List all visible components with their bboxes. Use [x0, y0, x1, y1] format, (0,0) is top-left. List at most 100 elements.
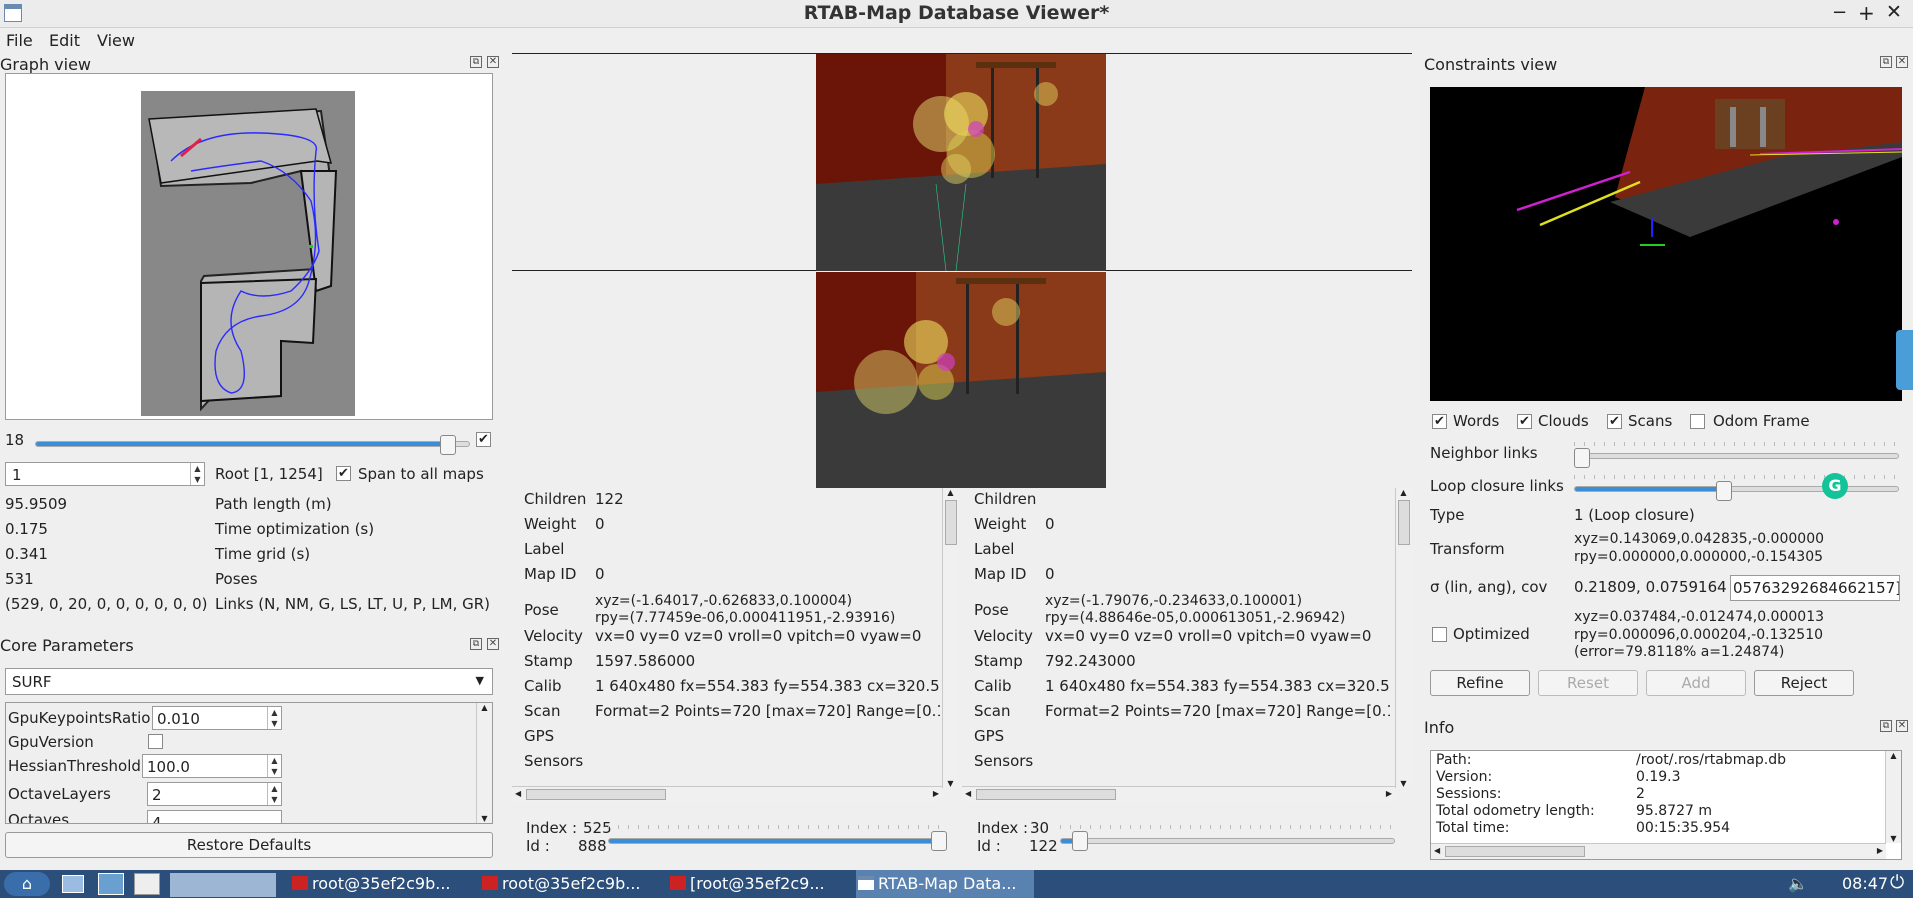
spin-icon[interactable]: ▲ ▼: [267, 707, 281, 729]
add-button[interactable]: Add: [1646, 670, 1746, 696]
scans-checkbox[interactable]: ✔: [1607, 414, 1622, 429]
node-right-hscroll[interactable]: ◀ ▶: [962, 786, 1395, 802]
params-list[interactable]: GpuKeypointsRatio 0.010 ▲ ▼ GpuVersion Hes…: [5, 702, 493, 824]
node-field-value: 1 640x480 fx=554.383 fy=554.383 cx=320.5: [595, 677, 940, 695]
graph-view-float-icon[interactable]: ⧉: [470, 56, 482, 68]
constraints-float-icon[interactable]: ⧉: [1880, 56, 1892, 68]
occupancy-map: [141, 91, 355, 416]
optimized-line1: xyz=0.037484,-0.012474,0.000013: [1574, 609, 1825, 625]
node-field-label: Calib: [524, 677, 562, 695]
param-name: Octaves: [8, 811, 70, 824]
graph-view-close-icon[interactable]: ✕: [487, 56, 499, 68]
maximize-icon[interactable]: +: [1858, 1, 1875, 25]
spin-icon[interactable]: ▲ ▼: [267, 755, 281, 777]
node-field-label: Label: [524, 540, 565, 558]
clouds-checkbox[interactable]: ✔: [1517, 414, 1532, 429]
grammar-extension-icon[interactable]: G: [1822, 473, 1848, 499]
words-checkbox[interactable]: ✔: [1432, 414, 1447, 429]
info-panel: Path: /root/.ros/rtabmap.db Version: 0.1…: [1430, 750, 1902, 860]
neighbor-links-slider[interactable]: [1574, 442, 1899, 468]
power-icon[interactable]: ⏻: [1890, 872, 1904, 893]
node-field-label: Velocity: [524, 627, 583, 645]
node-field-label: Sensors: [524, 752, 584, 770]
param-value-input[interactable]: 2 ▲ ▼: [147, 782, 282, 806]
desktop-icon[interactable]: [170, 873, 276, 897]
optimized-checkbox[interactable]: [1432, 627, 1447, 642]
id-label-right: Id :: [977, 837, 1001, 855]
sigma-label: σ (lin, ang), cov: [1430, 578, 1548, 596]
root-input-spin-icon[interactable]: ▲ ▼: [190, 463, 204, 485]
transform-label: Transform: [1430, 540, 1505, 558]
window-launcher-icon[interactable]: [134, 873, 160, 895]
constraints-close-icon[interactable]: ✕: [1896, 56, 1908, 68]
graph-canvas[interactable]: [5, 73, 493, 420]
constraints-3d-view[interactable]: [1430, 87, 1902, 401]
image-view-bottom[interactable]: [512, 272, 1412, 488]
menu-bar: File Edit View: [0, 28, 1913, 53]
neighbor-slider-handle[interactable]: [1574, 448, 1590, 468]
refine-button[interactable]: Refine: [1430, 670, 1530, 696]
graph-slider-checkbox[interactable]: ✔: [476, 432, 491, 447]
start-menu-icon[interactable]: ⌂: [4, 872, 50, 896]
stat-value: 0.341: [5, 545, 48, 563]
task-label: [root@35ef2c9...: [690, 874, 825, 893]
info-close-icon[interactable]: ✕: [1896, 720, 1908, 732]
loop-closure-slider[interactable]: [1574, 475, 1899, 501]
stat-label: Time optimization (s): [215, 520, 375, 538]
node-field-label: Label: [974, 540, 1015, 558]
menu-edit[interactable]: Edit: [49, 31, 80, 50]
detector-select[interactable]: SURF ▼: [5, 668, 493, 695]
node-right-slider-handle[interactable]: [1072, 831, 1089, 851]
odom-frame-checkbox[interactable]: [1690, 414, 1705, 429]
node-left-slider-fill: [609, 839, 939, 843]
reset-button[interactable]: Reset: [1538, 670, 1638, 696]
info-hscroll[interactable]: ◀ ▶: [1431, 843, 1886, 859]
index-label-right: Index :: [977, 819, 1029, 837]
task-terminal-3[interactable]: [root@35ef2c9...: [668, 870, 852, 898]
terminal-launcher-icon[interactable]: [98, 873, 124, 895]
node-left-slider-handle[interactable]: [931, 831, 948, 851]
restore-defaults-button[interactable]: Restore Defaults: [5, 832, 493, 858]
root-label: Root [1, 1254]: [215, 465, 323, 483]
span-all-maps-checkbox[interactable]: ✔: [336, 466, 351, 481]
core-params-close-icon[interactable]: ✕: [487, 638, 499, 650]
menu-view[interactable]: View: [97, 31, 135, 50]
task-terminal-1[interactable]: root@35ef2c9b...: [290, 870, 474, 898]
stat-value: 95.9509: [5, 495, 68, 513]
node-left-slider-track: [608, 838, 946, 844]
task-label: root@35ef2c9b...: [502, 874, 641, 893]
graph-slider[interactable]: [35, 435, 470, 455]
minimize-icon[interactable]: −: [1832, 2, 1847, 23]
task-rtabmap[interactable]: RTAB-Map Data...: [856, 870, 1034, 898]
param-value-input[interactable]: 0.010 ▲ ▼: [152, 706, 282, 730]
loop-slider-handle[interactable]: [1715, 481, 1732, 501]
root-input[interactable]: 1 ▲ ▼: [5, 462, 205, 486]
image-view-top[interactable]: [512, 53, 1412, 271]
node-left-vscroll[interactable]: ▲ ▼: [942, 488, 958, 788]
param-value-input[interactable]: 100.0 ▲ ▼: [142, 754, 282, 778]
side-handle[interactable]: [1896, 330, 1913, 390]
node-right-vscroll[interactable]: ▲ ▼: [1395, 488, 1411, 788]
gpu-version-checkbox[interactable]: [148, 734, 163, 749]
graph-slider-handle[interactable]: [440, 435, 457, 455]
cov-input[interactable]: 0576329268466215​7]: [1730, 575, 1900, 601]
task-terminal-2[interactable]: root@35ef2c9b...: [480, 870, 664, 898]
reject-button[interactable]: Reject: [1754, 670, 1854, 696]
info-value: /root/.ros/rtabmap.db: [1636, 752, 1787, 768]
node-left-slider[interactable]: [608, 825, 948, 851]
param-value-input[interactable]: 4: [147, 810, 282, 823]
info-float-icon[interactable]: ⧉: [1880, 720, 1892, 732]
params-scrollbar[interactable]: ▲ ▼: [476, 703, 492, 823]
node-left-hscroll[interactable]: ◀ ▶: [512, 786, 942, 802]
node-field-label: Stamp: [524, 652, 573, 670]
close-icon[interactable]: ✕: [1886, 1, 1902, 23]
node-right-slider[interactable]: [1060, 825, 1395, 851]
optimized-label: Optimized: [1453, 625, 1530, 643]
info-vscroll[interactable]: ▲ ▼: [1885, 751, 1901, 843]
spin-icon[interactable]: ▲ ▼: [267, 783, 281, 805]
node-field-value: 122: [595, 490, 624, 508]
file-manager-icon[interactable]: [62, 875, 84, 893]
core-params-float-icon[interactable]: ⧉: [470, 638, 482, 650]
menu-file[interactable]: File: [6, 31, 33, 50]
volume-icon[interactable]: 🔈: [1788, 874, 1808, 893]
